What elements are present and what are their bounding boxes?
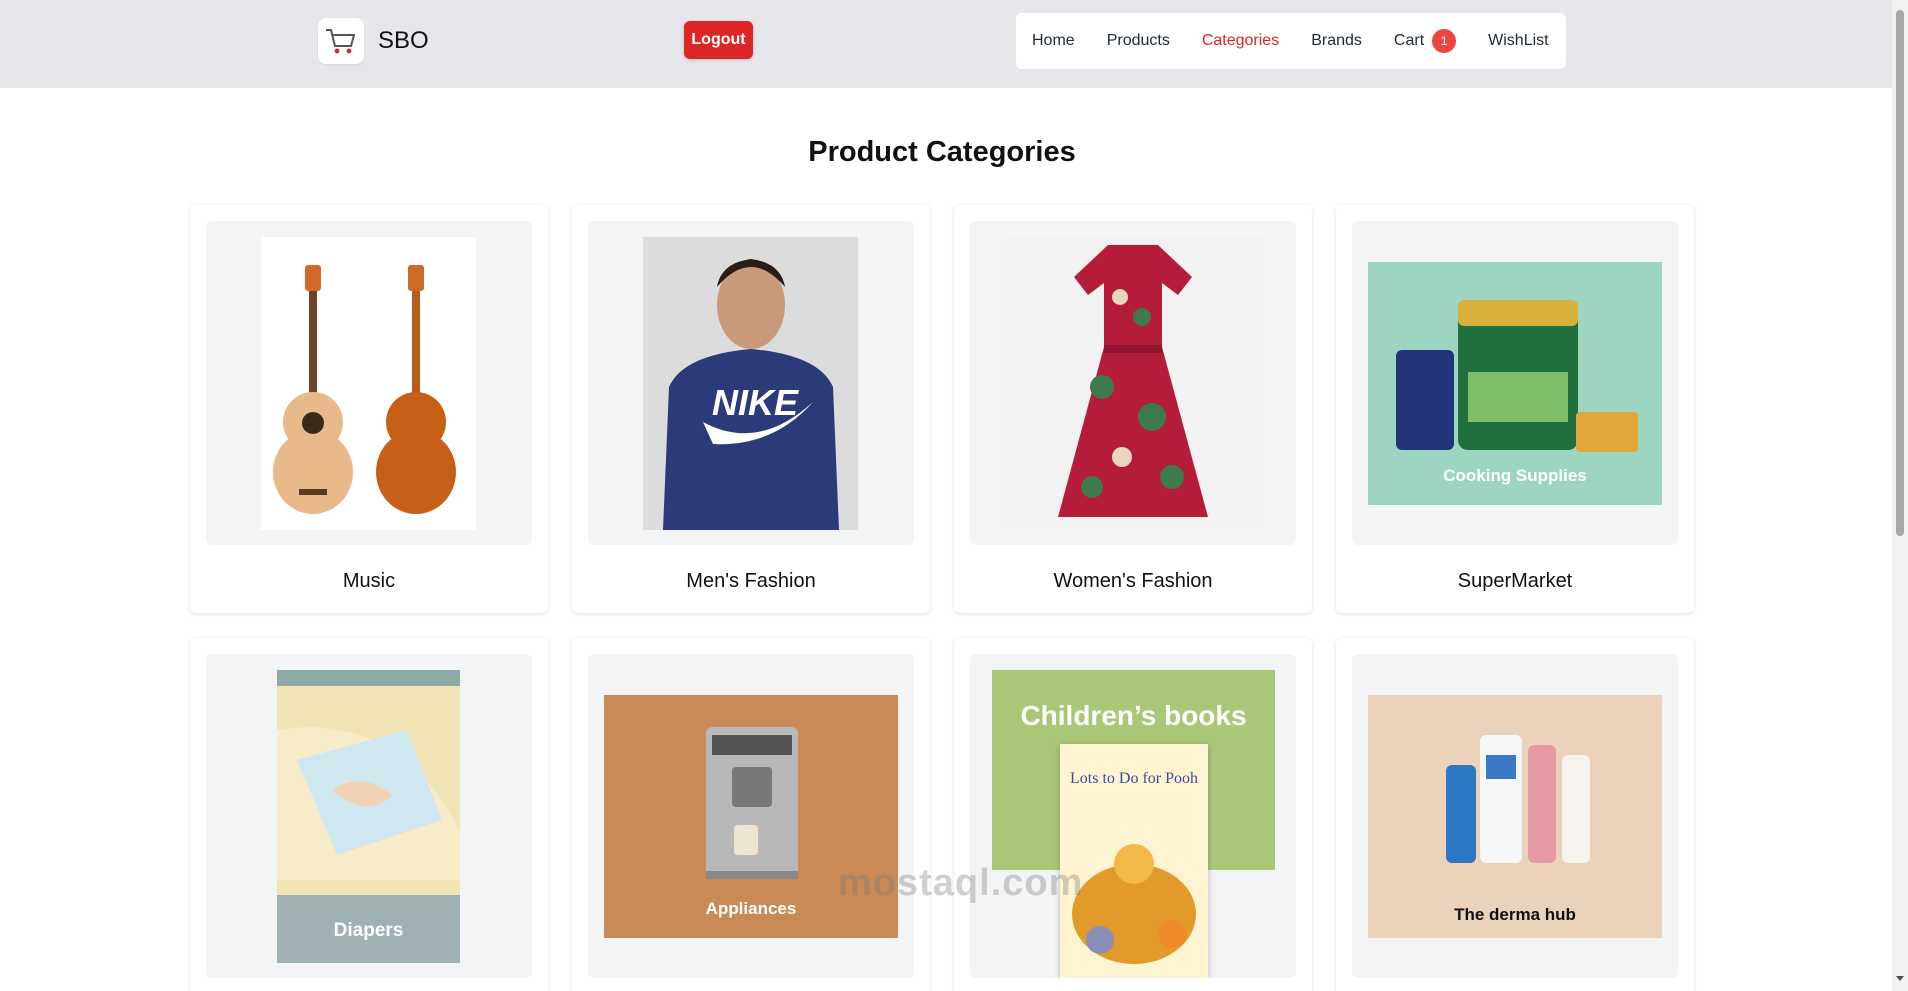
cooking-supplies-label: Cooking Supplies bbox=[1443, 466, 1587, 485]
category-image-container: The derma hub bbox=[1352, 654, 1678, 978]
cooking-supplies-image: Cooking Supplies bbox=[1368, 262, 1662, 505]
nav-categories[interactable]: Categories bbox=[1202, 32, 1279, 50]
childrens-books-label: Children’s books bbox=[1020, 700, 1247, 731]
diapers-image: Diapers bbox=[277, 670, 460, 963]
header-navbar: SBO Logout Home Products Categories Bran… bbox=[0, 0, 1892, 88]
category-image-container: Appliances bbox=[588, 654, 914, 978]
category-card-derma-hub[interactable]: The derma hub bbox=[1336, 638, 1694, 991]
derma-hub-image: The derma hub bbox=[1368, 695, 1662, 938]
category-card-supermarket[interactable]: Cooking Supplies SuperMarket bbox=[1336, 205, 1694, 613]
category-card-childrens-books[interactable]: Children’s books Lots to Do for Pooh bbox=[954, 638, 1312, 991]
logout-button[interactable]: Logout bbox=[684, 21, 753, 59]
category-card-womens-fashion[interactable]: Women's Fashion bbox=[954, 205, 1312, 613]
category-card-appliances[interactable]: Appliances bbox=[572, 638, 930, 991]
brand-name: SBO bbox=[378, 27, 429, 54]
nav-wishlist[interactable]: WishList bbox=[1488, 32, 1548, 50]
scroll-down-arrow-icon[interactable] bbox=[1896, 976, 1904, 981]
derma-hub-label: The derma hub bbox=[1454, 905, 1576, 924]
nav-brands[interactable]: Brands bbox=[1311, 32, 1362, 50]
pooh-book-cover: Lots to Do for Pooh bbox=[1060, 744, 1208, 978]
scrollbar-thumb[interactable] bbox=[1896, 10, 1904, 536]
category-name: Music bbox=[342, 570, 396, 592]
category-image-container bbox=[970, 221, 1296, 545]
category-card-music[interactable]: Music bbox=[190, 205, 548, 613]
nav-products[interactable]: Products bbox=[1107, 32, 1170, 50]
category-image-container: Diapers bbox=[206, 654, 532, 978]
category-image-container: NIKE bbox=[588, 221, 914, 545]
watermark: mostaql.com bbox=[838, 862, 1084, 904]
category-name: Men's Fashion bbox=[686, 570, 816, 592]
page-scrollbar[interactable] bbox=[1892, 0, 1908, 991]
brand[interactable]: SBO bbox=[318, 18, 429, 64]
category-name: SuperMarket bbox=[1457, 570, 1573, 592]
main-nav: Home Products Categories Brands Cart 1 W… bbox=[1016, 13, 1566, 69]
category-image-container: Children’s books Lots to Do for Pooh bbox=[970, 654, 1296, 978]
nav-cart-label: Cart bbox=[1393, 32, 1425, 49]
cart-count-badge: 1 bbox=[1432, 29, 1457, 53]
guitars-image bbox=[261, 237, 476, 530]
dress-image bbox=[1002, 237, 1264, 530]
diapers-label: Diapers bbox=[333, 920, 404, 941]
category-card-mens-fashion[interactable]: NIKE Men's Fashion bbox=[572, 205, 930, 613]
cart-logo-icon bbox=[318, 18, 364, 64]
category-name: Women's Fashion bbox=[1053, 570, 1213, 592]
category-image-container bbox=[206, 221, 532, 545]
hoodie-model-image: NIKE bbox=[643, 237, 858, 530]
hoodie-logo-text: NIKE bbox=[712, 382, 799, 423]
nav-home[interactable]: Home bbox=[1032, 32, 1075, 50]
nav-cart[interactable]: Cart 1 bbox=[1393, 29, 1457, 53]
category-image-container: Cooking Supplies bbox=[1352, 221, 1678, 545]
page-title: Product Categories bbox=[808, 136, 1076, 168]
category-card-diapers[interactable]: Diapers bbox=[190, 638, 548, 991]
